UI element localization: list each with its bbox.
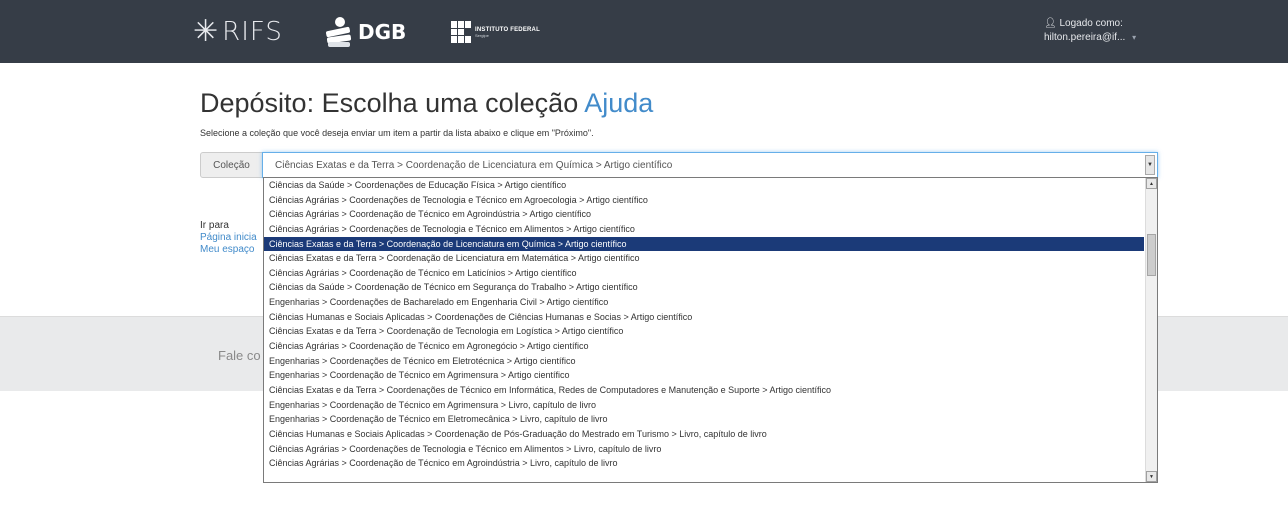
caret-down-icon[interactable]: ▾ <box>1132 33 1136 42</box>
scroll-up-icon[interactable]: ▲ <box>1146 178 1157 189</box>
dropdown-option[interactable]: Ciências Agrárias > Coordenações de Tecn… <box>264 193 1144 208</box>
dropdown-option[interactable]: Ciências Exatas e da Terra > Coordenação… <box>264 236 1144 252</box>
goto-links: Ir para Página inicia Meu espaço <box>200 220 257 256</box>
rifs-logo-text: RIFS <box>222 17 283 47</box>
my-space-link[interactable]: Meu espaço <box>200 244 257 256</box>
contact-link[interactable]: Fale co <box>218 348 261 363</box>
user-menu[interactable]: 👤︎ Logado como: hilton.pereira@if... ▾ <box>1044 17 1136 45</box>
home-page-link[interactable]: Página inicia <box>200 232 257 244</box>
dropdown-option[interactable]: Ciências Agrárias > Coordenações de Tecn… <box>264 442 1144 457</box>
dropdown-option[interactable]: Ciências Agrárias > Coordenação de Técni… <box>264 339 1144 354</box>
dropdown-option[interactable]: Ciências Agrárias > Coordenação de Técni… <box>264 266 1144 281</box>
books-icon <box>326 17 352 47</box>
dgb-logo-text: DGB <box>358 20 407 44</box>
chevron-down-icon[interactable]: ▼ <box>1145 155 1155 175</box>
dropdown-option[interactable]: Engenharias > Coordenação de Técnico em … <box>264 398 1144 413</box>
collection-selected-value: Ciências Exatas e da Terra > Coordenação… <box>275 159 673 171</box>
help-link[interactable]: Ajuda <box>584 88 653 118</box>
dropdown-option[interactable]: Ciências da Saúde > Coordenações de Educ… <box>264 178 1144 193</box>
top-navbar: ✳ RIFS DGB INSTITUTO FEDERAL Sergipe 👤︎ … <box>0 0 1288 63</box>
dropdown-option[interactable]: Engenharias > Coordenações de Bacharelad… <box>264 295 1144 310</box>
page-title-text: Depósito: Escolha uma coleção <box>200 88 579 118</box>
dropdown-option[interactable]: Ciências Exatas e da Terra > Coordenaçõe… <box>264 383 1144 398</box>
rifs-star-icon: ✳ <box>193 14 219 49</box>
collection-select[interactable]: Ciências Exatas e da Terra > Coordenação… <box>262 152 1158 178</box>
dropdown-option[interactable]: Ciências Exatas e da Terra > Coordenação… <box>264 251 1144 266</box>
dropdown-option[interactable]: Engenharias > Coordenação de Técnico em … <box>264 412 1144 427</box>
dropdown-option[interactable]: Ciências Exatas e da Terra > Coordenação… <box>264 324 1144 339</box>
dropdown-scrollbar[interactable]: ▲ ▼ <box>1145 178 1157 482</box>
dropdown-option[interactable]: Engenharias > Coordenação de Técnico em … <box>264 368 1144 383</box>
scrollbar-thumb[interactable] <box>1147 234 1156 276</box>
if-grid-icon <box>451 21 471 43</box>
scroll-down-icon[interactable]: ▼ <box>1146 471 1157 482</box>
goto-label: Ir para <box>200 220 229 231</box>
logged-as-label: Logado como: <box>1059 18 1123 29</box>
if-logo-line2: Sergipe <box>475 32 489 38</box>
dropdown-option[interactable]: Ciências da Saúde > Coordenação de Técni… <box>264 280 1144 295</box>
user-icon: 👤︎ <box>1044 18 1057 29</box>
dropdown-option[interactable]: Ciências Agrárias > Coordenação de Técni… <box>264 207 1144 222</box>
dgb-logo[interactable]: DGB <box>322 12 406 52</box>
dropdown-option[interactable]: Ciências Humanas e Sociais Aplicadas > C… <box>264 310 1144 325</box>
dropdown-option[interactable]: Ciências Agrárias > Coordenações de Tecn… <box>264 222 1144 237</box>
instituto-federal-logo[interactable]: INSTITUTO FEDERAL Sergipe <box>451 17 540 47</box>
page-title: Depósito: Escolha uma coleção Ajuda <box>200 88 653 119</box>
rifs-logo[interactable]: ✳ RIFS <box>193 12 283 52</box>
instruction-text: Selecione a coleção que você deseja envi… <box>200 128 594 138</box>
dropdown-option[interactable]: Engenharias > Coordenações de Técnico em… <box>264 354 1144 369</box>
dropdown-option[interactable]: Ciências Humanas e Sociais Aplicadas > C… <box>264 427 1144 442</box>
dropdown-option[interactable]: Ciências Agrárias > Coordenação de Técni… <box>264 456 1144 471</box>
collection-dropdown-list[interactable]: Ciências da Saúde > Coordenações de Educ… <box>263 177 1158 483</box>
collection-label: Coleção <box>200 152 263 178</box>
user-email: hilton.pereira@if... <box>1044 32 1126 43</box>
